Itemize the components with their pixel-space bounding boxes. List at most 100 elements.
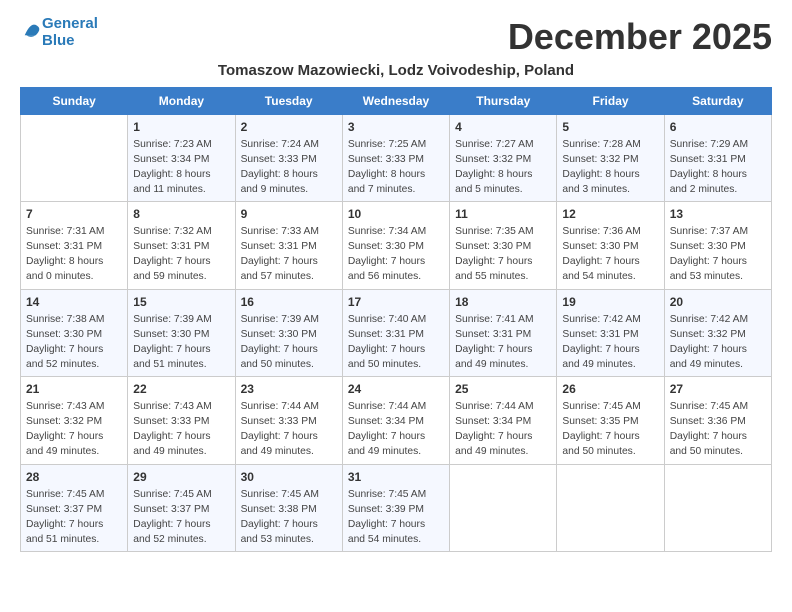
calendar-cell: 24Sunrise: 7:44 AM Sunset: 3:34 PM Dayli… — [342, 377, 449, 464]
header-tuesday: Tuesday — [235, 88, 342, 115]
day-number: 21 — [26, 381, 122, 398]
calendar-cell — [21, 115, 128, 202]
calendar-week-1: 1Sunrise: 7:23 AM Sunset: 3:34 PM Daylig… — [21, 115, 772, 202]
day-number: 11 — [455, 206, 551, 223]
day-number: 6 — [670, 119, 766, 136]
calendar-cell: 3 Sunrise: 7:25 AM Sunset: 3:33 PM Daylig… — [342, 115, 449, 202]
calendar-week-4: 21 Sunrise: 7:43 AM Sunset: 3:32 PM Dayli… — [21, 377, 772, 464]
day-number: 15 — [133, 294, 229, 311]
day-content: Sunrise: 7:39 AM Sunset: 3:30 PM Dayligh… — [241, 313, 337, 373]
day-number: 14 — [26, 294, 122, 311]
day-number: 29 — [133, 469, 229, 486]
day-content: Sunrise: 7:27 AM Sunset: 3:32 PM Dayligh… — [455, 138, 551, 198]
day-number: 27 — [670, 381, 766, 398]
calendar-cell: 4 Sunrise: 7:27 AM Sunset: 3:32 PM Daylig… — [450, 115, 557, 202]
calendar-cell: 14 Sunrise: 7:38 AM Sunset: 3:30 PM Dayli… — [21, 289, 128, 376]
day-content: Sunrise: 7:29 AM Sunset: 3:31 PM Dayligh… — [670, 138, 766, 198]
logo-general: General — [42, 15, 98, 32]
day-number: 4 — [455, 119, 551, 136]
day-number: 13 — [670, 206, 766, 223]
day-number: 25 — [455, 381, 551, 398]
calendar-cell: 17 Sunrise: 7:40 AM Sunset: 3:31 PM Dayli… — [342, 289, 449, 376]
calendar-cell: 23Sunrise: 7:44 AM Sunset: 3:33 PM Dayli… — [235, 377, 342, 464]
day-content: Sunrise: 7:33 AM Sunset: 3:31 PM Dayligh… — [241, 225, 337, 285]
page-title: December 2025 — [508, 16, 772, 58]
day-number: 20 — [670, 294, 766, 311]
calendar-cell: 5 Sunrise: 7:28 AM Sunset: 3:32 PM Daylig… — [557, 115, 664, 202]
calendar-week-2: 7Sunrise: 7:31 AM Sunset: 3:31 PM Daylig… — [21, 202, 772, 289]
calendar-cell — [450, 464, 557, 551]
calendar-cell: 29 Sunrise: 7:45 AM Sunset: 3:37 PM Dayli… — [128, 464, 235, 551]
calendar-cell: 30 Sunrise: 7:45 AM Sunset: 3:38 PM Dayli… — [235, 464, 342, 551]
calendar-cell: 16 Sunrise: 7:39 AM Sunset: 3:30 PM Dayli… — [235, 289, 342, 376]
day-content: Sunrise: 7:44 AM Sunset: 3:34 PM Dayligh… — [455, 400, 551, 460]
day-number: 19 — [562, 294, 658, 311]
day-number: 28 — [26, 469, 122, 486]
day-content: Sunrise: 7:45 AM Sunset: 3:35 PM Dayligh… — [562, 400, 658, 460]
day-content: Sunrise: 7:42 AM Sunset: 3:32 PM Dayligh… — [670, 313, 766, 373]
calendar-cell: 31Sunrise: 7:45 AM Sunset: 3:39 PM Dayli… — [342, 464, 449, 551]
day-content: Sunrise: 7:45 AM Sunset: 3:37 PM Dayligh… — [26, 488, 122, 548]
calendar-cell: 8 Sunrise: 7:32 AM Sunset: 3:31 PM Daylig… — [128, 202, 235, 289]
day-content: Sunrise: 7:45 AM Sunset: 3:38 PM Dayligh… — [241, 488, 337, 548]
header: General Blue December 2025 — [20, 16, 772, 58]
day-number: 7 — [26, 206, 122, 223]
calendar-cell: 28 Sunrise: 7:45 AM Sunset: 3:37 PM Dayli… — [21, 464, 128, 551]
day-number: 18 — [455, 294, 551, 311]
calendar-week-3: 14 Sunrise: 7:38 AM Sunset: 3:30 PM Dayli… — [21, 289, 772, 376]
page-subtitle: Tomaszow Mazowiecki, Lodz Voivodeship, P… — [20, 62, 772, 79]
day-content: Sunrise: 7:36 AM Sunset: 3:30 PM Dayligh… — [562, 225, 658, 285]
day-content: Sunrise: 7:39 AM Sunset: 3:30 PM Dayligh… — [133, 313, 229, 373]
day-content: Sunrise: 7:42 AM Sunset: 3:31 PM Dayligh… — [562, 313, 658, 373]
calendar-week-5: 28 Sunrise: 7:45 AM Sunset: 3:37 PM Dayli… — [21, 464, 772, 551]
day-content: Sunrise: 7:45 AM Sunset: 3:39 PM Dayligh… — [348, 488, 444, 548]
day-content: Sunrise: 7:35 AM Sunset: 3:30 PM Dayligh… — [455, 225, 551, 285]
day-number: 3 — [348, 119, 444, 136]
day-content: Sunrise: 7:32 AM Sunset: 3:31 PM Dayligh… — [133, 225, 229, 285]
day-number: 1 — [133, 119, 229, 136]
day-number: 30 — [241, 469, 337, 486]
calendar-cell: 18 Sunrise: 7:41 AM Sunset: 3:31 PM Dayli… — [450, 289, 557, 376]
calendar-cell: 1Sunrise: 7:23 AM Sunset: 3:34 PM Daylig… — [128, 115, 235, 202]
day-content: Sunrise: 7:38 AM Sunset: 3:30 PM Dayligh… — [26, 313, 122, 373]
day-content: Sunrise: 7:24 AM Sunset: 3:33 PM Dayligh… — [241, 138, 337, 198]
day-content: Sunrise: 7:45 AM Sunset: 3:36 PM Dayligh… — [670, 400, 766, 460]
day-content: Sunrise: 7:43 AM Sunset: 3:32 PM Dayligh… — [26, 400, 122, 460]
day-number: 26 — [562, 381, 658, 398]
header-saturday: Saturday — [664, 88, 771, 115]
calendar-cell — [664, 464, 771, 551]
day-content: Sunrise: 7:28 AM Sunset: 3:32 PM Dayligh… — [562, 138, 658, 198]
day-content: Sunrise: 7:44 AM Sunset: 3:34 PM Dayligh… — [348, 400, 444, 460]
logo: General Blue — [20, 16, 98, 49]
calendar-cell: 19 Sunrise: 7:42 AM Sunset: 3:31 PM Dayli… — [557, 289, 664, 376]
day-number: 8 — [133, 206, 229, 223]
day-number: 9 — [241, 206, 337, 223]
day-content: Sunrise: 7:40 AM Sunset: 3:31 PM Dayligh… — [348, 313, 444, 373]
day-content: Sunrise: 7:41 AM Sunset: 3:31 PM Dayligh… — [455, 313, 551, 373]
calendar-cell: 10Sunrise: 7:34 AM Sunset: 3:30 PM Dayli… — [342, 202, 449, 289]
day-content: Sunrise: 7:45 AM Sunset: 3:37 PM Dayligh… — [133, 488, 229, 548]
header-thursday: Thursday — [450, 88, 557, 115]
calendar-cell: 27 Sunrise: 7:45 AM Sunset: 3:36 PM Dayli… — [664, 377, 771, 464]
day-number: 22 — [133, 381, 229, 398]
day-number: 10 — [348, 206, 444, 223]
calendar-cell: 20 Sunrise: 7:42 AM Sunset: 3:32 PM Dayli… — [664, 289, 771, 376]
day-content: Sunrise: 7:37 AM Sunset: 3:30 PM Dayligh… — [670, 225, 766, 285]
calendar-cell: 6 Sunrise: 7:29 AM Sunset: 3:31 PM Daylig… — [664, 115, 771, 202]
calendar-cell: 7Sunrise: 7:31 AM Sunset: 3:31 PM Daylig… — [21, 202, 128, 289]
calendar-cell: 15 Sunrise: 7:39 AM Sunset: 3:30 PM Dayli… — [128, 289, 235, 376]
day-number: 17 — [348, 294, 444, 311]
calendar-cell: 11 Sunrise: 7:35 AM Sunset: 3:30 PM Dayli… — [450, 202, 557, 289]
header-monday: Monday — [128, 88, 235, 115]
header-wednesday: Wednesday — [342, 88, 449, 115]
day-number: 5 — [562, 119, 658, 136]
day-number: 12 — [562, 206, 658, 223]
calendar-cell: 2Sunrise: 7:24 AM Sunset: 3:33 PM Daylig… — [235, 115, 342, 202]
calendar-cell: 13 Sunrise: 7:37 AM Sunset: 3:30 PM Dayli… — [664, 202, 771, 289]
header-friday: Friday — [557, 88, 664, 115]
header-sunday: Sunday — [21, 88, 128, 115]
calendar-table: SundayMondayTuesdayWednesdayThursdayFrid… — [20, 87, 772, 552]
day-content: Sunrise: 7:25 AM Sunset: 3:33 PM Dayligh… — [348, 138, 444, 198]
calendar-cell: 25 Sunrise: 7:44 AM Sunset: 3:34 PM Dayli… — [450, 377, 557, 464]
day-number: 16 — [241, 294, 337, 311]
